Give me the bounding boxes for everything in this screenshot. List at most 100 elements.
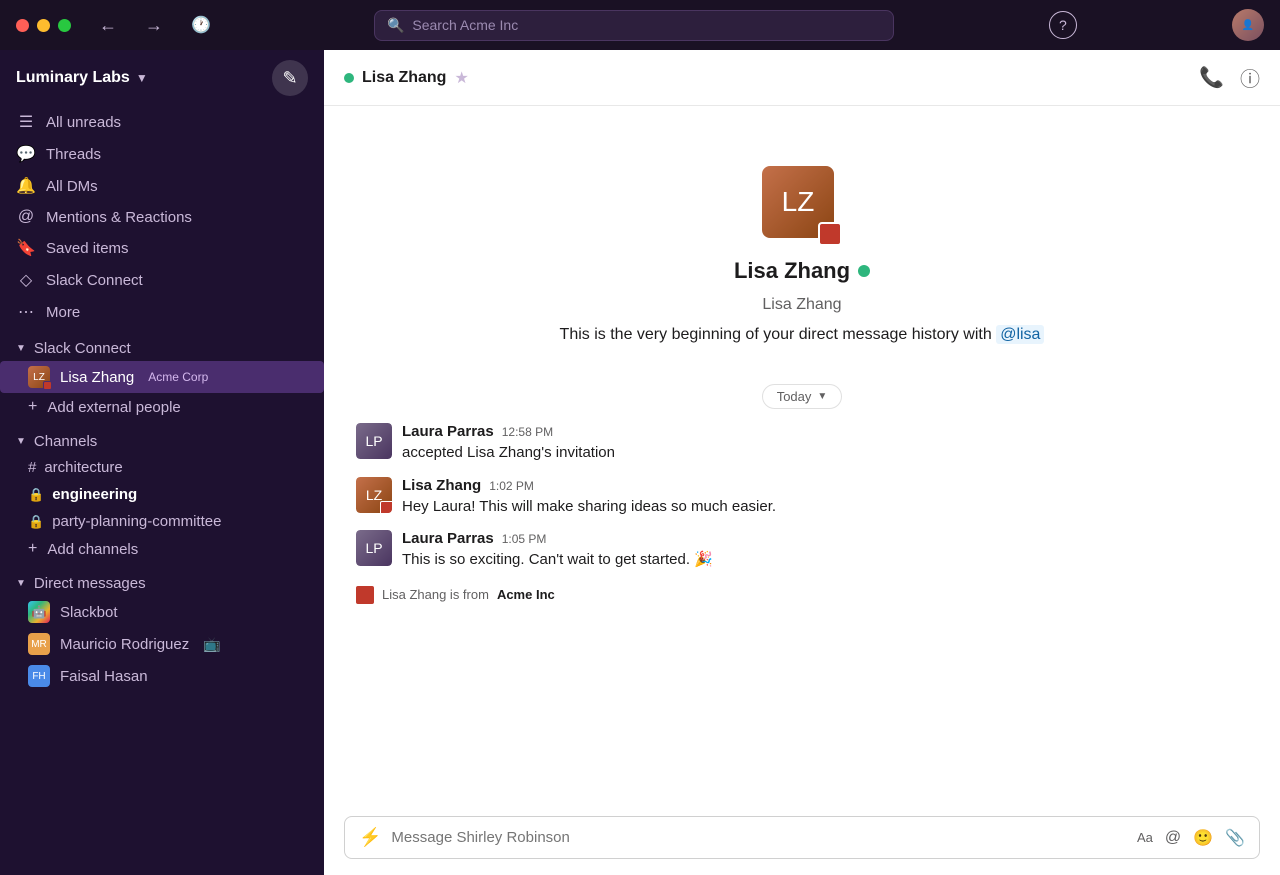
dm-history-text: This is the very beginning of your direc… [560, 326, 1045, 344]
search-icon: 🔍 [387, 17, 404, 34]
message-text: Hey Laura! This will make sharing ideas … [402, 496, 1248, 519]
minimize-button[interactable] [37, 19, 50, 32]
mentions-icon: @ [16, 208, 36, 226]
hash-icon: # [28, 459, 36, 476]
main-layout: Luminary Labs ▼ ✎ ☰ All unreads 💬 Thread… [0, 50, 1280, 875]
emoji-button[interactable]: 🙂 [1193, 828, 1213, 848]
threads-icon: 💬 [16, 144, 36, 164]
sidebar-item-more[interactable]: ⋯ More [0, 296, 324, 328]
slack-connect-chevron-icon: ▼ [16, 343, 26, 354]
table-row: LP Laura Parras 1:05 PM This is so excit… [324, 524, 1280, 578]
workspace-header: Luminary Labs ▼ ✎ [0, 50, 324, 106]
slack-connect-nav-icon: ◇ [16, 270, 36, 290]
history-button[interactable]: 🕐 [183, 11, 219, 39]
close-button[interactable] [16, 19, 29, 32]
mauricio-avatar: MR [28, 633, 50, 655]
sender-name: Laura Parras [402, 530, 494, 547]
dm-avatar-large: LZ [762, 166, 842, 246]
dm-online-dot [858, 265, 870, 277]
lock-icon-2: 🔒 [28, 514, 44, 530]
mention-button[interactable]: @ [1165, 829, 1181, 847]
maximize-button[interactable] [58, 19, 71, 32]
dm-item-slackbot[interactable]: 🤖 Slackbot [0, 596, 324, 628]
messages-area: LZ Lisa Zhang Lisa Zhang This is the ver… [324, 106, 1280, 808]
sidebar-item-saved[interactable]: 🔖 Saved items [0, 232, 324, 264]
message-input[interactable] [391, 829, 1127, 846]
channels-chevron-icon: ▼ [16, 436, 26, 447]
dm-username: Lisa Zhang [762, 296, 841, 314]
company-name: Acme Inc [497, 587, 555, 602]
sidebar-item-all-dms[interactable]: 🔔 All DMs [0, 170, 324, 202]
lightning-icon[interactable]: ⚡ [359, 827, 381, 848]
dm-intro: LZ Lisa Zhang Lisa Zhang This is the ver… [324, 106, 1280, 376]
back-button[interactable]: ← [91, 11, 125, 40]
workspace-name[interactable]: Luminary Labs ▼ [16, 69, 148, 87]
dm-contact-name: Lisa Zhang [734, 258, 850, 284]
message-header: Laura Parras 1:05 PM [402, 530, 1248, 547]
more-icon: ⋯ [16, 302, 36, 322]
company-logo-badge [818, 222, 842, 246]
laura-avatar-msg1: LP [356, 423, 392, 459]
sidebar-item-lisa-zhang[interactable]: LZ Lisa Zhang Acme Corp [0, 361, 324, 393]
channel-item-party-planning[interactable]: 🔒 party-planning-committee [0, 508, 324, 535]
user-avatar[interactable]: 👤 [1232, 9, 1264, 41]
dm-item-mauricio[interactable]: MR Mauricio Rodriguez 📺 [0, 628, 324, 660]
slack-connect-section-header[interactable]: ▼ Slack Connect [0, 328, 324, 361]
laura-avatar-msg3: LP [356, 530, 392, 566]
dm-mention[interactable]: @lisa [996, 325, 1044, 344]
faisal-avatar: FH [28, 665, 50, 687]
table-row: LZ Lisa Zhang 1:02 PM Hey Laura! This wi… [324, 471, 1280, 525]
sender-name: Laura Parras [402, 423, 494, 440]
screen-share-icon: 📺 [203, 636, 220, 653]
titlebar: ← → 🕐 🔍 Search Acme Inc ? 👤 [0, 0, 1280, 50]
lisa-avatar-msg2: LZ [356, 477, 392, 513]
message-content: Lisa Zhang 1:02 PM Hey Laura! This will … [402, 477, 1248, 519]
add-channel-icon: + [28, 540, 37, 558]
date-divider: Today ▼ [324, 376, 1280, 417]
lock-icon: 🔒 [28, 487, 44, 503]
input-actions: Aa @ 🙂 📎 [1137, 828, 1245, 848]
chat-area: Lisa Zhang ★ 📞 ⓘ LZ Lisa Zhang Lisa Zhan… [324, 50, 1280, 875]
add-external-people-button[interactable]: + Add external people [0, 393, 324, 421]
message-input-box: ⚡ Aa @ 🙂 📎 [344, 816, 1260, 859]
direct-messages-section-header[interactable]: ▼ Direct messages [0, 563, 324, 596]
message-content: Laura Parras 1:05 PM This is so exciting… [402, 530, 1248, 572]
chat-contact-name: Lisa Zhang [362, 69, 446, 87]
forward-button[interactable]: → [137, 11, 171, 40]
company-notice: Lisa Zhang is from Acme Inc [324, 578, 1280, 620]
chat-header-actions: 📞 ⓘ [1199, 63, 1260, 92]
sidebar-item-slack-connect-nav[interactable]: ◇ Slack Connect [0, 264, 324, 296]
message-text: accepted Lisa Zhang's invitation [402, 442, 1248, 465]
help-button[interactable]: ? [1049, 11, 1077, 39]
sidebar-item-mentions[interactable]: @ Mentions & Reactions [0, 202, 324, 232]
add-external-icon: + [28, 398, 37, 416]
all-dms-icon: 🔔 [16, 176, 36, 196]
dm-item-faisal[interactable]: FH Faisal Hasan [0, 660, 324, 692]
sidebar: Luminary Labs ▼ ✎ ☰ All unreads 💬 Thread… [0, 50, 324, 875]
compose-button[interactable]: ✎ [272, 60, 308, 96]
online-status-dot [344, 73, 354, 83]
info-button[interactable]: ⓘ [1240, 63, 1260, 92]
channel-item-engineering[interactable]: 🔒 engineering [0, 481, 324, 508]
format-text-button[interactable]: Aa [1137, 830, 1153, 845]
add-channels-button[interactable]: + Add channels [0, 535, 324, 563]
saved-icon: 🔖 [16, 238, 36, 258]
company-badge-icon [43, 381, 52, 390]
channels-section-header[interactable]: ▼ Channels [0, 421, 324, 454]
phone-button[interactable]: 📞 [1199, 65, 1224, 90]
message-time: 1:02 PM [489, 479, 534, 493]
search-bar[interactable]: 🔍 Search Acme Inc [374, 10, 894, 41]
message-time: 12:58 PM [502, 425, 553, 439]
channel-item-architecture[interactable]: # architecture [0, 454, 324, 481]
attachment-button[interactable]: 📎 [1225, 828, 1245, 848]
chat-header: Lisa Zhang ★ 📞 ⓘ [324, 50, 1280, 106]
sidebar-item-all-unreads[interactable]: ☰ All unreads [0, 106, 324, 138]
message-input-area: ⚡ Aa @ 🙂 📎 [324, 808, 1280, 875]
company-logo-icon [356, 586, 374, 604]
sidebar-item-threads[interactable]: 💬 Threads [0, 138, 324, 170]
sender-name: Lisa Zhang [402, 477, 481, 494]
today-date-pill[interactable]: Today ▼ [762, 384, 843, 409]
star-button[interactable]: ★ [454, 68, 468, 88]
message-time: 1:05 PM [502, 532, 547, 546]
dm-chevron-icon: ▼ [16, 578, 26, 589]
